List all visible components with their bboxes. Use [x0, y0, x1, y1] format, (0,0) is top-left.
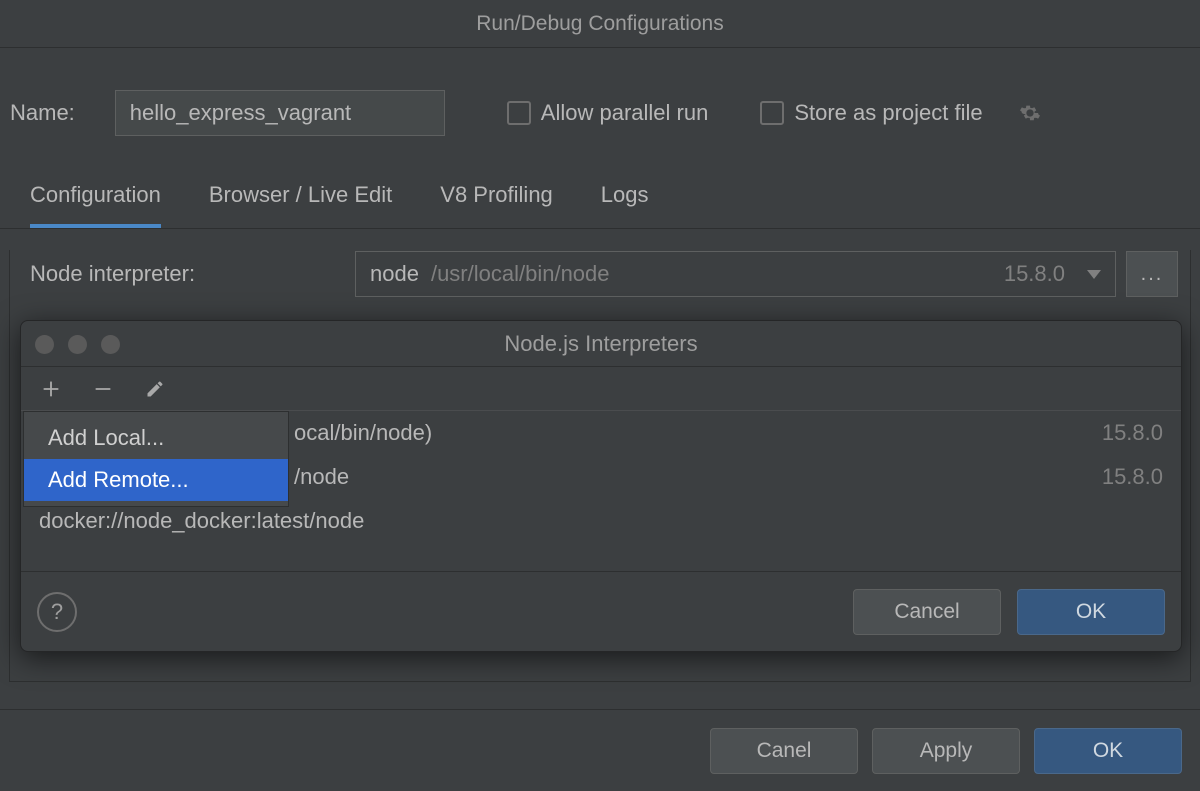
- allow-parallel-checkbox[interactable]: Allow parallel run: [507, 100, 709, 126]
- interpreter-name: node: [370, 261, 419, 287]
- name-label: Name:: [10, 100, 75, 126]
- gear-icon[interactable]: [1019, 102, 1041, 124]
- chevron-down-icon: [1087, 270, 1101, 279]
- interpreter-path-text: docker://node_docker:latest/node: [39, 508, 1163, 534]
- tab-browser-live-edit[interactable]: Browser / Live Edit: [209, 182, 392, 228]
- interpreters-dialog-title: Node.js Interpreters: [21, 321, 1181, 367]
- checkbox-icon: [760, 101, 784, 125]
- ok-button[interactable]: OK: [1017, 589, 1165, 635]
- interpreter-toolbar: Add Local... Add Remote...: [21, 367, 1181, 411]
- tabs-bar: Configuration Browser / Live Edit V8 Pro…: [0, 136, 1200, 229]
- remove-interpreter-button[interactable]: [89, 375, 117, 403]
- node-interpreter-label: Node interpreter:: [30, 261, 355, 287]
- window-controls: [35, 321, 120, 367]
- plus-icon: [41, 379, 61, 399]
- cancel-button[interactable]: Cancel: [853, 589, 1001, 635]
- close-window-icon[interactable]: [35, 335, 54, 354]
- apply-button[interactable]: Apply: [872, 728, 1020, 774]
- store-as-file-checkbox[interactable]: Store as project file: [760, 100, 982, 126]
- interpreter-path: /usr/local/bin/node: [431, 261, 992, 287]
- zoom-window-icon[interactable]: [101, 335, 120, 354]
- checkbox-icon: [507, 101, 531, 125]
- add-interpreter-menu: Add Local... Add Remote...: [23, 411, 289, 507]
- help-button[interactable]: ?: [37, 592, 77, 632]
- minus-icon: [93, 379, 113, 399]
- tab-logs[interactable]: Logs: [601, 182, 649, 228]
- interpreters-footer: ? Cancel OK: [21, 571, 1181, 651]
- edit-interpreter-button[interactable]: [141, 375, 169, 403]
- interpreter-version: 15.8.0: [1004, 261, 1065, 287]
- browse-interpreter-button[interactable]: ...: [1126, 251, 1178, 297]
- allow-parallel-label: Allow parallel run: [541, 100, 709, 126]
- ok-button[interactable]: OK: [1034, 728, 1182, 774]
- store-as-file-label: Store as project file: [794, 100, 982, 126]
- interpreter-version-text: 15.8.0: [1102, 420, 1163, 446]
- add-local-menu-item[interactable]: Add Local...: [24, 417, 288, 459]
- tab-configuration[interactable]: Configuration: [30, 182, 161, 228]
- add-remote-menu-item[interactable]: Add Remote...: [24, 459, 288, 501]
- cancel-button[interactable]: Canel: [710, 728, 858, 774]
- pencil-icon: [145, 379, 165, 399]
- dialog-footer: Canel Apply OK: [0, 709, 1200, 791]
- tab-v8-profiling[interactable]: V8 Profiling: [440, 182, 553, 228]
- interpreters-dialog: Node.js Interpreters Add Local... Add Re…: [20, 320, 1182, 652]
- interpreters-title-text: Node.js Interpreters: [504, 331, 697, 356]
- node-interpreter-dropdown[interactable]: node /usr/local/bin/node 15.8.0: [355, 251, 1116, 297]
- dialog-title: Run/Debug Configurations: [0, 0, 1200, 48]
- interpreter-version-text: 15.8.0: [1102, 464, 1163, 490]
- minimize-window-icon[interactable]: [68, 335, 87, 354]
- add-interpreter-button[interactable]: [37, 375, 65, 403]
- configuration-name-input[interactable]: [115, 90, 445, 136]
